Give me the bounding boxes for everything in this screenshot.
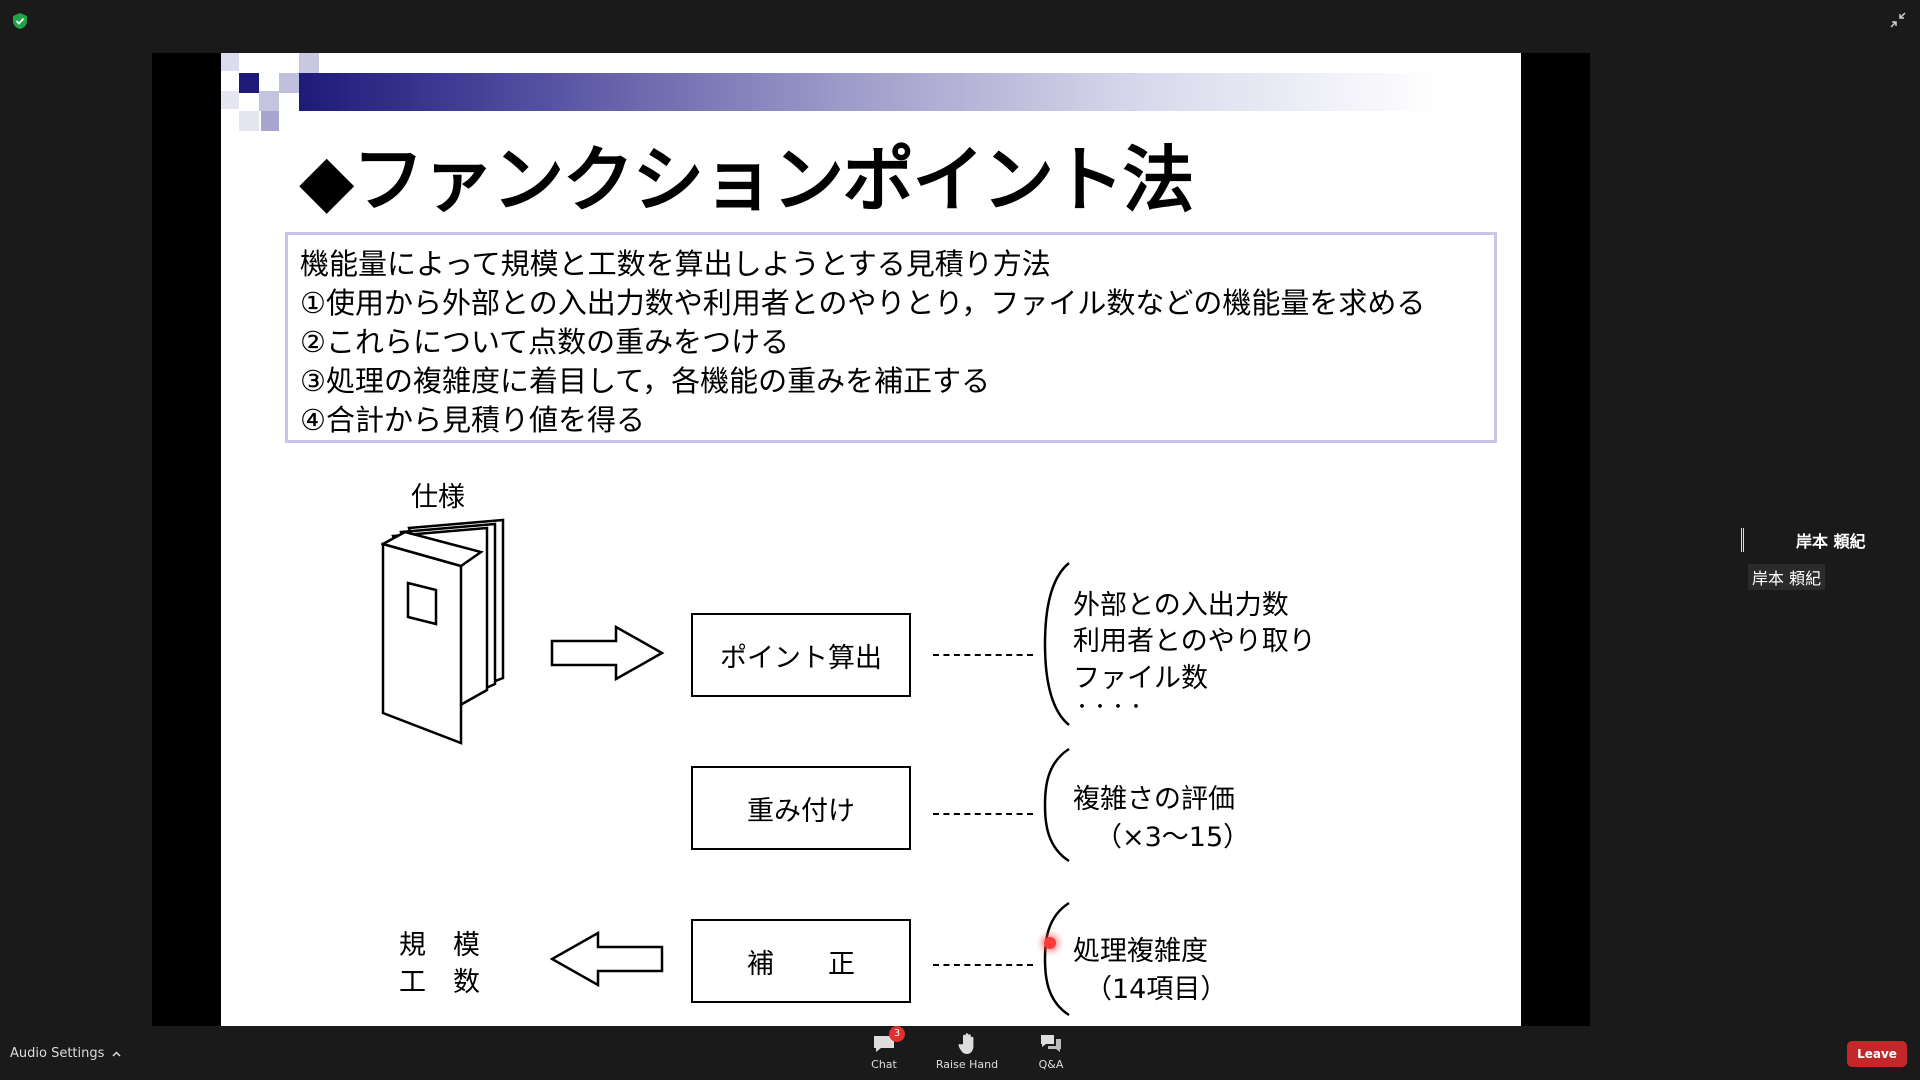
decor-square <box>221 53 239 71</box>
connector-dash <box>933 813 1033 815</box>
qa-button[interactable]: Q&A <box>1016 1032 1086 1076</box>
decor-square <box>239 111 259 131</box>
slide-header-bar <box>299 73 1499 111</box>
group2-item: 複雑さの評価 <box>1073 784 1235 815</box>
leave-button[interactable]: Leave <box>1847 1041 1907 1067</box>
decor-square <box>259 91 279 111</box>
group-brace <box>1043 562 1070 726</box>
chat-button[interactable]: 3 Chat <box>849 1026 919 1076</box>
group3-item: （14項目） <box>1085 974 1228 1005</box>
chat-unread-badge: 3 <box>889 1026 905 1042</box>
description-line: 機能量によって規模と工数を算出しようとする見積り方法 <box>300 247 1051 281</box>
chevron-up-icon <box>112 1050 121 1057</box>
panel-divider[interactable] <box>1741 528 1744 552</box>
description-line: ④合計から見積り値を得る <box>300 403 645 437</box>
group3-item: 処理複雑度 <box>1073 936 1208 967</box>
decor-square <box>261 111 279 131</box>
description-line: ②これらについて点数の重みをつける <box>300 325 790 359</box>
decor-square <box>239 73 259 93</box>
audio-settings-button[interactable]: Audio Settings <box>10 1046 121 1061</box>
group2-item: （×3～15） <box>1095 822 1251 853</box>
decor-square <box>279 73 299 93</box>
connector-dash <box>933 964 1033 966</box>
connector-dash <box>933 654 1033 656</box>
decor-square <box>221 91 239 109</box>
presentation-slide: ◆ファンクションポイント法 機能量によって規模と工数を算出しようとする見積り方法… <box>221 53 1521 1026</box>
audio-settings-label: Audio Settings <box>10 1046 105 1061</box>
group1-item: ファイル数 <box>1073 663 1208 694</box>
description-line: ③処理の複雑度に着目して，各機能の重みを補正する <box>300 364 991 398</box>
shield-icon[interactable] <box>12 12 28 30</box>
left-arrow-icon <box>550 931 664 987</box>
qa-icon <box>1039 1032 1063 1056</box>
bottom-toolbar: Audio Settings 3 Chat Raise Hand Q&A Lea… <box>0 1026 1920 1080</box>
laser-pointer <box>1044 937 1056 949</box>
box-point-calc: ポイント算出 <box>691 613 911 697</box>
box-weighting: 重み付け <box>691 766 911 850</box>
raise-hand-button[interactable]: Raise Hand <box>932 1032 1002 1076</box>
decor-square <box>299 53 319 73</box>
chat-icon: 3 <box>872 1026 905 1056</box>
group-brace <box>1043 901 1070 1017</box>
output-scale-label: 規 模 <box>399 930 480 961</box>
group1-item: 外部との入出力数 <box>1073 590 1289 621</box>
raise-hand-label: Raise Hand <box>935 1058 999 1071</box>
slide-title: ◆ファンクションポイント法 <box>299 138 1194 222</box>
box-correction: 補 正 <box>691 919 911 1003</box>
description-line: ①使用から外部との入出力数や利用者とのやりとり，ファイル数などの機能量を求める <box>300 286 1426 320</box>
chat-label: Chat <box>871 1058 897 1071</box>
output-effort-label: 工 数 <box>399 967 480 998</box>
group-brace <box>1043 747 1070 863</box>
description-box: 機能量によって規模と工数を算出しようとする見積り方法 ①使用から外部との入出力数… <box>285 232 1497 443</box>
exit-fullscreen-icon[interactable] <box>1890 12 1906 28</box>
participant-name-header: 岸本 頼紀 <box>1796 532 1866 551</box>
hand-icon <box>955 1032 979 1056</box>
participant-name-tag: 岸本 頼紀 <box>1748 564 1826 590</box>
top-bar <box>0 0 1920 42</box>
group1-item: ・・・・ <box>1073 697 1145 718</box>
qa-label: Q&A <box>1038 1058 1064 1071</box>
right-arrow-icon <box>550 625 665 681</box>
group1-item: 利用者とのやり取り <box>1073 626 1316 657</box>
book-icon <box>381 518 505 745</box>
